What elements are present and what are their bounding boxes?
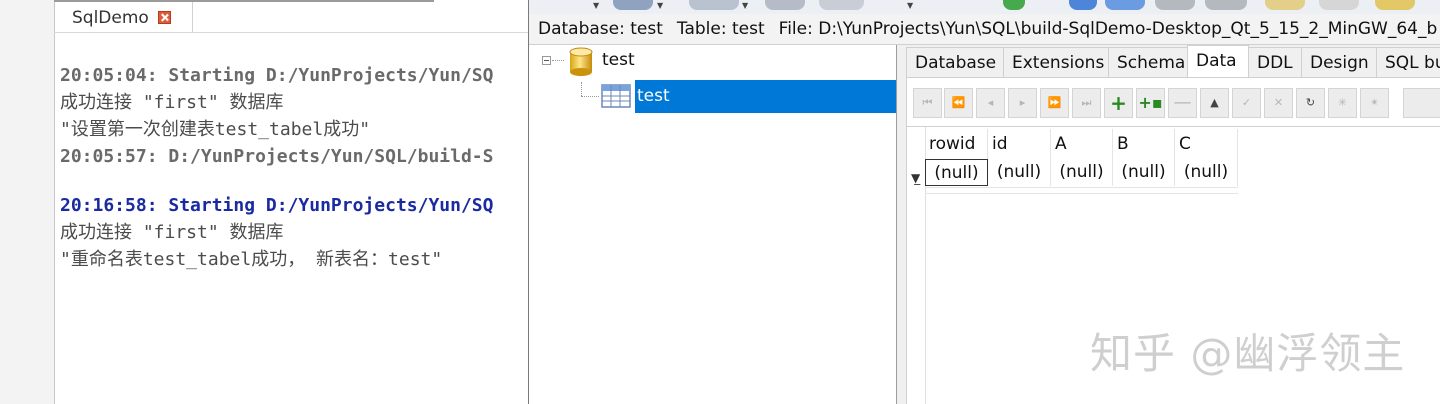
tab-data[interactable]: Data bbox=[1187, 45, 1249, 78]
next-icon[interactable]: ▸ bbox=[1008, 88, 1037, 118]
toolbar-button[interactable] bbox=[1375, 0, 1415, 10]
tree-connector bbox=[581, 82, 582, 96]
current-database-label: Database: test bbox=[538, 19, 663, 39]
current-row-marker-icon: ▼̲ bbox=[911, 171, 921, 185]
delete-icon[interactable]: — bbox=[1168, 88, 1197, 118]
grid-cell[interactable]: (null) bbox=[1175, 159, 1238, 186]
tab-database[interactable]: Database bbox=[906, 47, 1004, 77]
connection-path-bar: Database: test Table: test File: D:\YunPro… bbox=[529, 14, 1440, 45]
toolbar-button[interactable] bbox=[765, 0, 805, 10]
tree-item-database[interactable]: test bbox=[602, 50, 635, 70]
chevron-down-icon[interactable]: ▼ bbox=[593, 1, 599, 10]
tree-item-table-label: test bbox=[637, 86, 670, 106]
watermark-text: 知乎 @幽浮领主 bbox=[1090, 329, 1406, 378]
chevron-down-icon[interactable]: ▼ bbox=[657, 1, 663, 10]
toolbar-button[interactable] bbox=[689, 0, 739, 10]
first-icon[interactable]: ⏮ bbox=[913, 88, 942, 118]
qt-creator-output-pane: SqlDemo 20:05:04: Starting D:/YunProject… bbox=[0, 0, 530, 404]
toolbar-button[interactable] bbox=[1265, 0, 1305, 10]
grid-new-row-line bbox=[925, 187, 1238, 194]
insert-icon[interactable]: + bbox=[1104, 88, 1133, 118]
left-sidebar-strip bbox=[0, 0, 55, 404]
next-page-icon[interactable]: ⏩ bbox=[1040, 88, 1069, 118]
prior-icon[interactable]: ◂ bbox=[976, 88, 1005, 118]
table-icon bbox=[601, 84, 631, 108]
grid-cell[interactable]: (null) bbox=[1051, 159, 1113, 186]
application-output-text: 20:05:04: Starting D:/YunProjects/Yun/SQ… bbox=[60, 62, 530, 273]
output-line: 成功连接 "first" 数据库 bbox=[60, 222, 284, 243]
toolbar-button[interactable] bbox=[1105, 0, 1145, 10]
toolbar-button[interactable] bbox=[1205, 0, 1247, 10]
close-icon[interactable] bbox=[158, 11, 171, 24]
tab-extensions[interactable]: Extensions bbox=[1003, 47, 1109, 77]
insert-copy-icon[interactable]: +▪ bbox=[1136, 88, 1165, 118]
database-icon bbox=[569, 47, 593, 76]
output-line: 20:05:57: D:/YunProjects/Yun/SQL/build-S bbox=[60, 146, 494, 167]
output-line: 成功连接 "first" 数据库 bbox=[60, 92, 284, 113]
output-tab-sqldemo[interactable]: SqlDemo bbox=[55, 2, 193, 32]
toolbar-button[interactable] bbox=[1319, 0, 1359, 10]
tree-item-table-selected[interactable]: test bbox=[635, 80, 896, 113]
set-null-icon[interactable]: ✴ bbox=[1360, 88, 1389, 118]
database-file-path: File: D:\YunProjects\Yun\SQL\build-SqlDe… bbox=[778, 19, 1438, 39]
column-header-id[interactable]: id bbox=[988, 129, 1051, 159]
tab-schema[interactable]: Schema bbox=[1108, 47, 1188, 77]
output-line: 20:05:04: Starting D:/YunProjects/Yun/SQ bbox=[60, 65, 494, 86]
edit-icon[interactable]: ▲ bbox=[1200, 88, 1229, 118]
toolbar-button[interactable] bbox=[1003, 0, 1025, 10]
current-table-label: Table: test bbox=[676, 19, 765, 39]
chevron-down-icon[interactable]: ▼ bbox=[907, 1, 913, 10]
output-line: "重命名表test_tabel成功， 新表名：test" bbox=[60, 249, 443, 270]
tab-bar-divider bbox=[54, 32, 530, 33]
tab-design[interactable]: Design bbox=[1301, 47, 1377, 77]
last-icon[interactable]: ⏭ bbox=[1072, 88, 1101, 118]
grid-cell[interactable]: (null) bbox=[925, 159, 988, 186]
output-tab-label: SqlDemo bbox=[72, 8, 149, 28]
toolbar-button[interactable] bbox=[613, 0, 653, 10]
column-header-c[interactable]: C bbox=[1175, 129, 1238, 159]
output-line: "设置第一次创建表test_tabel成功" bbox=[60, 119, 371, 140]
grid-cell[interactable]: (null) bbox=[988, 159, 1051, 186]
chevron-down-icon[interactable]: ▼ bbox=[742, 1, 748, 10]
tab-ddl[interactable]: DDL bbox=[1248, 47, 1302, 77]
clear-icon[interactable]: ✳ bbox=[1328, 88, 1357, 118]
toolbar-extra-button[interactable] bbox=[1403, 88, 1440, 118]
grid-cell[interactable]: (null) bbox=[1113, 159, 1175, 186]
refresh-icon[interactable]: ↻ bbox=[1296, 88, 1325, 118]
column-header-rowid[interactable]: rowid bbox=[925, 129, 988, 159]
cancel-icon[interactable]: ✕ bbox=[1264, 88, 1293, 118]
tab-sql-builder[interactable]: SQL bu bbox=[1376, 47, 1440, 77]
column-header-a[interactable]: A bbox=[1051, 129, 1113, 159]
collapse-icon[interactable] bbox=[542, 56, 551, 65]
output-line: 20:16:58: Starting D:/YunProjects/Yun/SQ bbox=[60, 195, 494, 216]
main-toolbar-cropped: ▼ ▼ ▼ ▼ bbox=[529, 0, 1440, 14]
column-header-b[interactable]: B bbox=[1113, 129, 1175, 159]
database-tree[interactable]: test test bbox=[529, 45, 897, 404]
output-line-blank bbox=[60, 170, 530, 192]
post-icon[interactable]: ✓ bbox=[1232, 88, 1261, 118]
toolbar-button[interactable] bbox=[819, 0, 864, 10]
toolbar-button[interactable] bbox=[1155, 0, 1195, 10]
tree-connector bbox=[552, 60, 564, 61]
tree-connector bbox=[581, 96, 599, 97]
prior-page-icon[interactable]: ⏪ bbox=[944, 88, 973, 118]
toolbar-button[interactable] bbox=[1069, 0, 1097, 10]
row-indicator-column: ▼̲ bbox=[907, 127, 926, 404]
